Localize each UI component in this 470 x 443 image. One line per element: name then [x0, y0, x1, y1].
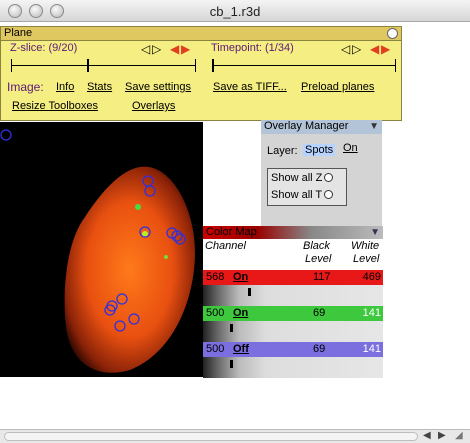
black-level-marker[interactable]	[230, 324, 233, 332]
scroll-right-icon[interactable]: ▶	[438, 430, 446, 441]
channel-state-toggle[interactable]: Off	[233, 343, 249, 355]
save-settings-button[interactable]: Save settings	[125, 81, 191, 93]
overlay-spot[interactable]	[0, 129, 12, 141]
white-level-header-2: Level	[353, 253, 380, 265]
layer-select[interactable]: Spots	[303, 144, 336, 156]
zslice-prev-fast-icon[interactable]: ◀	[170, 43, 179, 55]
show-all-t-label: Show all T	[271, 189, 323, 201]
green-spot	[164, 255, 168, 259]
show-all-z-option[interactable]: Show all Z	[271, 172, 334, 184]
scroll-left-icon[interactable]: ◀	[423, 430, 431, 441]
channel-white-level: 469	[362, 271, 381, 283]
overlay-manager-toolbox: Overlay Manager ▼ Layer: Spots On Show a…	[261, 120, 382, 230]
overlays-button[interactable]: Overlays	[132, 100, 175, 112]
show-all-group: Show all Z Show all T	[267, 168, 347, 206]
zslice-slider-thumb[interactable]	[87, 59, 89, 72]
plane-close-button[interactable]	[387, 28, 398, 39]
zslice-label: Z-slice: (9/20)	[10, 42, 78, 54]
black-level-marker[interactable]	[248, 288, 251, 296]
show-all-z-label: Show all Z	[271, 172, 323, 184]
channel-white-level: 141	[362, 307, 381, 319]
color-map-toolbox: Color Map ▼ Channel Black Level White Le…	[203, 226, 383, 378]
timepoint-prev-arrow-icon[interactable]: ◁	[341, 43, 350, 55]
channel-level-ramp[interactable]	[203, 321, 383, 342]
timepoint-slider-thumb[interactable]	[212, 59, 214, 72]
channel-state-toggle[interactable]: On	[233, 271, 248, 283]
channel-name: 568	[206, 271, 225, 283]
channel-white-level: 141	[362, 343, 381, 355]
overlay-manager-title: Overlay Manager	[264, 120, 349, 132]
channel-black-level: 69	[313, 307, 326, 319]
black-level-header: Black	[303, 240, 330, 252]
show-all-t-radio[interactable]	[324, 190, 334, 199]
channel-name: 500	[206, 307, 225, 319]
viewer-canvas: Plane Z-slice: (9/20) ◁ ▷ ◀ ▶ Timepoint:…	[0, 22, 470, 429]
plane-toolbox-header[interactable]: Plane	[1, 27, 401, 41]
channel-row[interactable]: 568 On 117 469	[203, 270, 383, 285]
zslice-next-arrow-icon[interactable]: ▷	[152, 43, 161, 55]
timepoint-next-arrow-icon[interactable]: ▷	[352, 43, 361, 55]
plane-toolbox: Plane Z-slice: (9/20) ◁ ▷ ◀ ▶ Timepoint:…	[0, 26, 402, 121]
timepoint-prev-fast-icon[interactable]: ◀	[370, 43, 379, 55]
channel-state-toggle[interactable]: On	[233, 307, 248, 319]
preload-planes-button[interactable]: Preload planes	[301, 81, 374, 93]
channel-level-ramp[interactable]	[203, 357, 383, 378]
window-titlebar: cb_1.r3d	[0, 0, 470, 22]
scrollbar-track[interactable]	[4, 432, 418, 441]
horizontal-scrollbar[interactable]: ◀ ▶ ◢	[0, 429, 470, 443]
resize-toolboxes-button[interactable]: Resize Toolboxes	[12, 100, 98, 112]
green-spot	[135, 204, 141, 210]
overlay-manager-header[interactable]: Overlay Manager ▼	[261, 120, 382, 134]
color-map-title: Color Map	[206, 226, 257, 238]
channel-black-level: 69	[313, 343, 326, 355]
show-all-t-option[interactable]: Show all T	[271, 189, 334, 201]
black-level-marker[interactable]	[230, 360, 233, 368]
zslice-prev-arrow-icon[interactable]: ◁	[141, 43, 150, 55]
image-label: Image:	[7, 80, 44, 94]
color-map-header[interactable]: Color Map ▼	[203, 226, 383, 239]
resize-grip-icon[interactable]: ◢	[455, 430, 463, 441]
info-button[interactable]: Info	[56, 81, 74, 93]
timepoint-label: Timepoint: (1/34)	[211, 42, 294, 54]
collapse-triangle-icon[interactable]: ▼	[369, 121, 379, 132]
cell-body	[64, 166, 195, 373]
channel-header: Channel	[205, 240, 246, 252]
black-level-header-2: Level	[305, 253, 332, 265]
channel-name: 500	[206, 343, 225, 355]
microscopy-image[interactable]	[0, 122, 203, 377]
window-title: cb_1.r3d	[209, 4, 261, 19]
channel-row[interactable]: 500 Off 69 141	[203, 342, 383, 357]
timepoint-next-fast-icon[interactable]: ▶	[381, 43, 390, 55]
channel-black-level: 117	[313, 271, 331, 283]
channel-level-ramp[interactable]	[203, 285, 383, 306]
stats-button[interactable]: Stats	[87, 81, 112, 93]
channel-row[interactable]: 500 On 69 141	[203, 306, 383, 321]
zslice-next-fast-icon[interactable]: ▶	[181, 43, 190, 55]
white-level-header: White	[351, 240, 380, 252]
layer-label: Layer:	[267, 145, 298, 157]
layer-on-toggle[interactable]: On	[343, 142, 358, 154]
show-all-z-radio[interactable]	[324, 173, 334, 182]
plane-title: Plane	[4, 27, 33, 39]
collapse-triangle-icon[interactable]: ▼	[370, 227, 380, 238]
save-as-tiff-button[interactable]: Save as TIFF...	[213, 81, 287, 93]
